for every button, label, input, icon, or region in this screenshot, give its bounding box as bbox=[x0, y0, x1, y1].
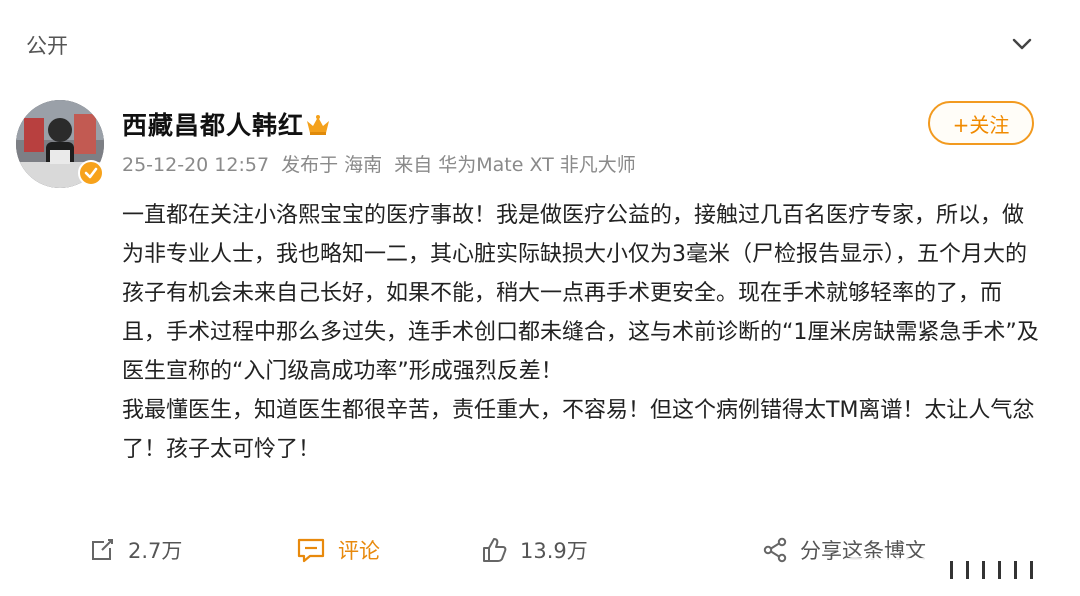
repost-button[interactable]: 2.7万 bbox=[88, 530, 182, 570]
verified-badge-icon bbox=[78, 160, 104, 186]
post-paragraph: 我最懂医生，知道医生都很辛苦，责任重大，不容易！但这个病例错得太TM离谱！太让人… bbox=[122, 398, 1035, 462]
visibility-label: 公开 bbox=[26, 34, 68, 58]
like-count: 13.9万 bbox=[520, 539, 588, 563]
author-name[interactable]: 西藏昌都人韩红 bbox=[122, 106, 304, 142]
follow-button[interactable]: +关注 bbox=[928, 101, 1034, 145]
post-date: 25-12-20 12:57 bbox=[122, 154, 270, 176]
post-paragraph: 一直都在关注小洛熙宝宝的医疗事故！我是做医疗公益的，接触过几百名医疗专家，所以，… bbox=[122, 203, 1039, 384]
post-meta: 25-12-20 12:57 发布于 海南 来自 华为Mate XT 非凡大师 bbox=[122, 150, 642, 177]
post-location: 发布于 海南 bbox=[281, 154, 383, 176]
like-icon bbox=[483, 538, 507, 562]
share-icon bbox=[763, 537, 787, 563]
post-content: 一直都在关注小洛熙宝宝的医疗事故！我是做医疗公益的，接触过几百名医疗专家，所以，… bbox=[122, 196, 1042, 469]
overlay-watermark bbox=[842, 558, 1056, 582]
repost-count: 2.7万 bbox=[128, 539, 183, 563]
chevron-down-icon[interactable] bbox=[1008, 30, 1036, 58]
comment-icon bbox=[297, 538, 325, 563]
post-source[interactable]: 来自 华为Mate XT 非凡大师 bbox=[394, 154, 636, 176]
comment-label: 评论 bbox=[338, 539, 380, 563]
post-header: 公开 bbox=[0, 0, 1080, 90]
crown-icon[interactable] bbox=[304, 113, 332, 137]
repost-icon bbox=[92, 539, 113, 560]
comment-button[interactable]: 评论 bbox=[296, 530, 380, 570]
like-button[interactable]: 13.9万 bbox=[480, 530, 588, 570]
